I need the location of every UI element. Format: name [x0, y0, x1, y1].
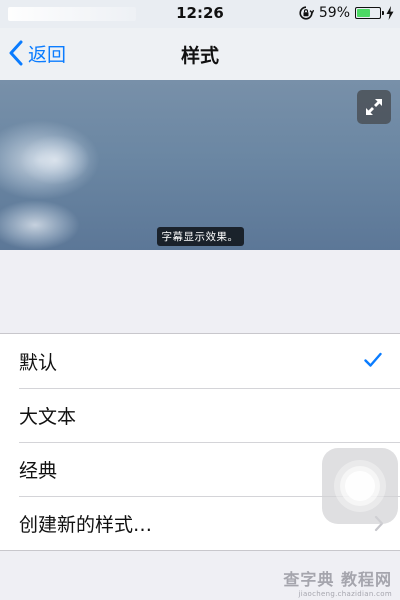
battery-fill — [357, 9, 370, 17]
assistive-touch-ring — [340, 466, 380, 506]
expand-icon — [366, 99, 382, 115]
orientation-lock-icon — [299, 6, 314, 20]
subtitle-preview: 字幕显示效果。 — [0, 80, 400, 250]
status-indicators: 59% — [298, 5, 394, 21]
cloud-shape — [20, 135, 90, 185]
status-bar: 12:26 59% — [0, 0, 400, 28]
style-option-default[interactable]: 默认 — [0, 334, 400, 388]
watermark-text: 查字典 教程网 — [283, 570, 392, 589]
checkmark-icon — [364, 352, 382, 367]
watermark-url: jiaocheng.chazidian.com — [298, 590, 392, 598]
assistive-touch-button[interactable] — [322, 448, 398, 524]
watermark: 查字典 教程网 jiaocheng.chazidian.com — [283, 566, 392, 598]
list-item-label: 经典 — [19, 459, 58, 482]
style-option-large-text[interactable]: 大文本 — [0, 388, 400, 442]
battery-percent: 59% — [318, 5, 350, 21]
battery-icon — [355, 7, 384, 19]
page-title: 样式 — [180, 45, 219, 67]
list-item-label: 大文本 — [19, 405, 77, 428]
assistive-touch-icon — [334, 460, 386, 512]
caption-text: 字幕显示效果。 — [156, 227, 244, 246]
list-item-label: 创建新的样式… — [19, 513, 153, 536]
list-item-label: 默认 — [19, 351, 58, 374]
caption-preview: 字幕显示效果。 — [0, 225, 400, 246]
charging-icon — [386, 6, 394, 20]
fullscreen-button[interactable] — [357, 90, 391, 124]
navigation-bar: 返回 样式 — [0, 28, 400, 81]
assistive-touch-core — [345, 471, 375, 501]
